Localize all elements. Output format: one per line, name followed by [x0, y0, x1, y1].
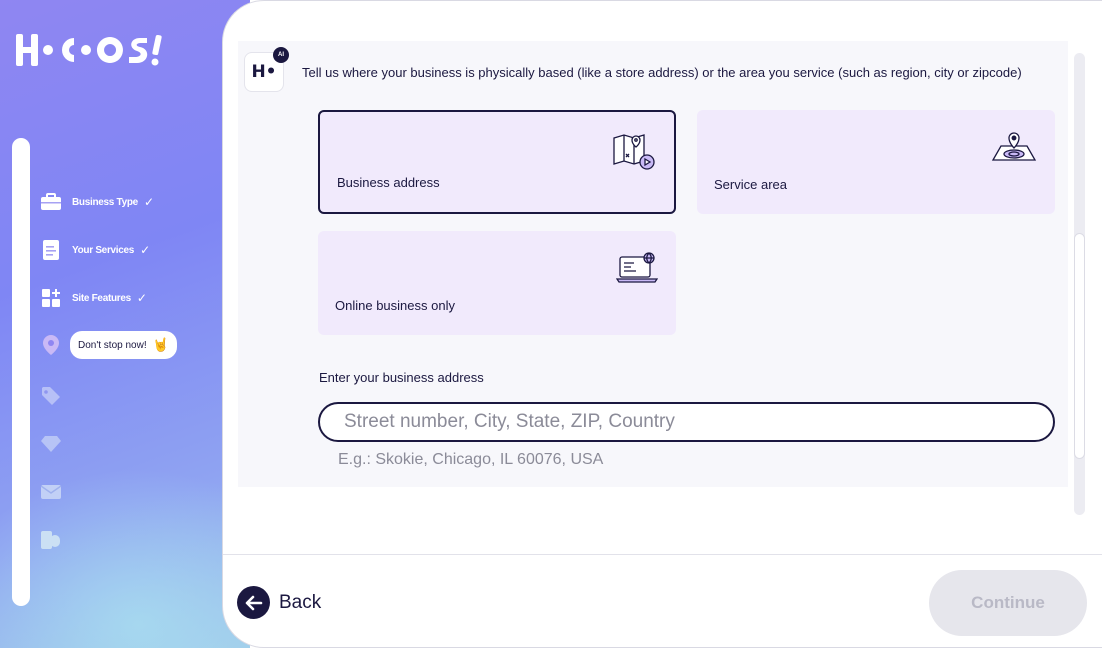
main-panel: H• AI Tell us where your business is phy…	[222, 0, 1102, 648]
grid-plus-icon	[40, 287, 62, 309]
tag-icon	[40, 385, 62, 407]
option-label: Business address	[337, 175, 440, 190]
question-area: H• AI Tell us where your business is phy…	[238, 41, 1068, 487]
continue-button[interactable]: Continue	[929, 570, 1087, 636]
progress-rail	[12, 138, 30, 606]
address-field-label: Enter your business address	[319, 370, 484, 385]
step-business-type[interactable]: Business Type ✓	[40, 190, 154, 214]
step-site-features[interactable]: Site Features ✓	[40, 286, 147, 310]
assistant-avatar: H• AI	[244, 47, 289, 92]
checkmark-icon: ✓	[136, 291, 147, 305]
step-contact	[40, 480, 62, 504]
step-premium	[40, 432, 62, 456]
option-service-area[interactable]: Service area	[697, 110, 1055, 214]
scrollbar-thumb[interactable]	[1074, 233, 1085, 459]
document-icon	[40, 239, 62, 261]
address-example-hint: E.g.: Skokie, Chicago, IL 60076, USA	[338, 451, 604, 468]
avatar-logo: H•	[251, 62, 277, 82]
option-label: Online business only	[335, 298, 455, 313]
step-label: Your Services	[72, 244, 135, 256]
arrow-left-icon	[237, 586, 270, 619]
step-label: Site Features	[72, 292, 131, 304]
back-label: Back	[279, 591, 322, 613]
step-label: Business Type	[72, 196, 138, 208]
map-pin-icon	[612, 132, 656, 175]
diamond-icon	[40, 433, 62, 455]
location-pin-icon	[40, 334, 62, 356]
footer-divider	[223, 554, 1102, 555]
envelope-icon	[40, 481, 62, 503]
option-business-address[interactable]: Business address	[318, 110, 676, 214]
checkmark-icon: ✓	[143, 195, 155, 209]
scrollbar-track[interactable]	[1074, 53, 1085, 515]
ai-badge: AI	[273, 47, 289, 63]
rock-hand-emoji: 🤘	[152, 337, 169, 352]
step-location-current[interactable]: Don't stop now! 🤘	[40, 331, 177, 359]
option-label: Service area	[714, 177, 787, 192]
hocoos-logo	[14, 32, 170, 68]
briefcase-icon	[40, 191, 62, 213]
business-address-input[interactable]	[318, 402, 1055, 442]
area-target-icon	[991, 130, 1037, 169]
step-pages	[40, 528, 62, 552]
bubble-text: Don't stop now!	[78, 339, 147, 351]
checkmark-icon: ✓	[140, 243, 151, 257]
laptop-globe-icon	[615, 251, 659, 292]
assistant-message: H• AI Tell us where your business is phy…	[244, 47, 1060, 97]
logo-mark	[16, 34, 162, 66]
back-button[interactable]: Back	[237, 586, 321, 619]
assistant-message-text: Tell us where your business is physicall…	[302, 64, 1022, 80]
option-online-only[interactable]: Online business only	[318, 231, 676, 335]
step-your-services[interactable]: Your Services ✓	[40, 238, 150, 262]
encouragement-bubble: Don't stop now! 🤘	[70, 331, 177, 359]
pages-icon	[40, 529, 62, 551]
step-pricing	[40, 384, 62, 408]
sidebar: Business Type ✓ Your Services ✓ Site Fea…	[0, 0, 250, 648]
